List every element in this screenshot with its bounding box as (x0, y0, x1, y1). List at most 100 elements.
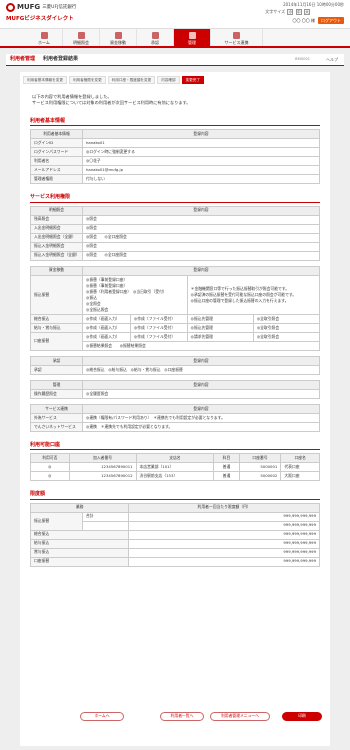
row-label: 振込入金明細照会 (30, 241, 83, 252)
cell: ◎ (30, 471, 70, 482)
title-bar: 利用者管理 利用者登録結果 BMG001 ヘルプ (6, 54, 344, 66)
screen-code: BMG001 (295, 57, 310, 62)
row-label: 口座振替 (30, 332, 83, 352)
logout-button[interactable]: ログアウト (318, 17, 344, 24)
option: ◎全取引照会 (252, 314, 321, 325)
statement-permission-table: 明細照会 登録内容 残高照会 ◎照会 入出金明細照会 ◎照会 入出金明細照会（全銀） ◎… (30, 205, 320, 261)
col-header: 業務 (29, 502, 130, 513)
row-value: 付与しない (82, 174, 320, 185)
table-row: 外為サービス ◎連携（権限有/パスワード利用あり） ＊連携先でも利用設定が必要とな… (30, 413, 320, 424)
col-header: 登録内容 (82, 265, 320, 276)
row-note: ＊金融機関窓口等で行った振込振替取引が照会可能です。 ◎承認済の振込振替を受付可… (186, 274, 321, 316)
cell: 1234567890011 (68, 462, 137, 473)
print-button[interactable]: 印刷 (282, 712, 322, 721)
cell: 渋谷駅前支店（153） (135, 471, 215, 482)
row-value: ◎照会 ◎全口座照会 (82, 250, 320, 261)
row-value: ◎照会 ◎全口座照会 (82, 232, 320, 243)
option: ◎振込先管理 (186, 314, 254, 325)
row-sub (81, 520, 130, 531)
cell: 本店営業部（101） (135, 462, 215, 473)
col-header: 承認 (30, 356, 83, 367)
row-label: 操作履歴照会 (30, 389, 83, 400)
nav-admin[interactable]: 管理 (174, 29, 211, 46)
row-label: 総合振込 (30, 314, 83, 325)
gear-icon (188, 32, 196, 39)
basic-info-table: 利用者基本情報 登録内容 ログインID hanako01 ログインパスワード ◎ログイ… (30, 129, 320, 185)
table-row: 振込振替 ◎振替（事前登録口座） ◎振替（事前登録口座） ◎振替（利用者登録口座… (30, 274, 321, 316)
user-name: 〇〇 〇〇 様 (292, 18, 315, 23)
row-value: ◎振替（事前登録口座） ◎振替（事前登録口座） ◎振替（利用者登録口座） ◎当日… (82, 274, 188, 316)
basic-info-heading: 利用者基本情報 (30, 118, 320, 127)
service-link-permission-table: サービス連携 登録内容 外為サービス ◎連携（権限有/パスワード利用あり） ＊連携先… (30, 404, 320, 433)
nav-transfer-label: 資金移動 (110, 40, 126, 45)
cell: 普通 (213, 462, 240, 473)
nav-statement-label: 明細照会 (73, 40, 89, 45)
font-size-medium-button[interactable]: 中 (295, 9, 302, 15)
font-size-large-button[interactable]: 大 (304, 9, 310, 15)
row-value: ◎全履歴照会 (82, 389, 320, 400)
col-header: 登録内容 (82, 205, 320, 216)
nav-statement[interactable]: 明細照会 (63, 29, 100, 46)
result-message: 以下の内容で利用者情報を登録しました。 サービス利用権限については対象の利用者が… (20, 84, 330, 108)
user-menu-button[interactable]: 利用者管理メニューへ (210, 712, 270, 721)
table-row: 賞与振込 999,999,999,999 (29, 547, 320, 558)
row-label: 口座振替 (29, 556, 130, 567)
font-size-small-button[interactable]: 小 (287, 9, 294, 15)
row-label: 給与振込 (29, 538, 130, 549)
user-list-button[interactable]: 利用者一覧へ (160, 712, 204, 721)
table-row: 総合振込 999,999,999,999 (29, 529, 320, 540)
row-label: メールアドレス (30, 165, 83, 176)
row-value: hanako01@mufg.jp (82, 165, 320, 176)
col-header: 登録内容 (82, 129, 320, 140)
font-size-label: 文字サイズ (265, 9, 286, 14)
col-header: 管理 (30, 380, 83, 391)
option: ◎作成（画面入力） (82, 314, 131, 325)
table-row: 総合振込 ◎作成（画面入力） ◎作成（ファイル受付） ◎振込先管理 ◎全取引照会 (30, 314, 321, 325)
limits-table: 業務 利用者一回当たり限度額（円） 振込振替 合計 999,999,999,999 9… (29, 502, 320, 567)
cell: 普通 (213, 471, 240, 482)
table-row: 承認 ◎総合振込 ◎給与振込 ◎給与・賞与振込 ◎口座振替 (30, 365, 320, 376)
table-row: ログインパスワード ◎ログイン時に強制変更する (30, 147, 320, 158)
service-permission-heading: サービス利用権限 (30, 194, 320, 203)
home-button[interactable]: ホームへ (80, 712, 124, 721)
brand-name: MUFG (17, 3, 41, 12)
link-icon (233, 32, 240, 39)
option: ◎全振込照会 (86, 307, 109, 312)
help-link[interactable]: ヘルプ (326, 57, 338, 62)
table-row: 振込入金明細照会 ◎照会 (30, 241, 320, 252)
nav-approval[interactable]: 承認 (137, 29, 174, 46)
table-row: ◎ 1234567890011 本店営業部（101） 普通 5000001 代表… (30, 462, 320, 473)
row-label: でんさいネットサービス (30, 422, 83, 433)
option: ◎作成（画面入力） (82, 323, 131, 334)
row-label: 入出金明細照会 (30, 223, 83, 234)
nav-home-label: ホーム (38, 40, 50, 45)
cell: 代表口座 (280, 462, 320, 473)
nav-transfer[interactable]: 資金移動 (100, 29, 137, 46)
row-value: 999,999,999,999 (128, 511, 320, 522)
step-4: 内容確認 (157, 76, 180, 84)
table-row: 振込入金明細照会（全銀） ◎照会 ◎全口座照会 (30, 250, 320, 261)
row-label: 振込振替 (30, 511, 83, 531)
step-indicator: 利用者基本情報を変更 利用者権限を変更 利用口座・限度額を変更 内容確認 変更完… (20, 72, 330, 84)
nav-service-link[interactable]: サービス連携 (211, 29, 263, 46)
row-value: ◎ログイン時に強制変更する (82, 147, 320, 158)
current-datetime: 2014年11月16日 10時00分00秒 (283, 2, 344, 7)
row-value: ◎連携 ＊連携先でも利用設定が必要となります。 (82, 422, 320, 433)
nav-service-link-label: サービス連携 (224, 40, 249, 45)
col-header: 資金移動 (30, 265, 83, 276)
option: ◎作成（ファイル受付） (129, 323, 188, 334)
admin-permission-table: 管理 登録内容 操作履歴照会 ◎全履歴照会 (30, 380, 320, 400)
row-value: ◎連携（権限有/パスワード利用あり） ＊連携先でも利用設定が必要となります。 (82, 413, 320, 424)
header: MUFG 三菱UFJ信託銀行 MUFGビジネスダイレクト 2014年11月16日… (0, 0, 350, 28)
row-label: 振込振替 (30, 274, 83, 316)
row-value: 999,999,999,999 (128, 547, 320, 558)
col-header: 明細照会 (30, 205, 83, 216)
row-label: 総合振込 (29, 529, 130, 540)
nav-home[interactable]: ホーム (26, 29, 63, 46)
mufg-logo-icon (6, 3, 15, 12)
row-sub: 合計 (81, 511, 130, 522)
button-row: ホームへ 利用者一覧へ 利用者管理メニューへ 印刷 (20, 712, 330, 726)
table-row: 振込振替 合計 999,999,999,999 (30, 511, 320, 531)
message-line-2: サービス利用権限については対象の利用者が次回サービス利用時に有効になります。 (32, 100, 191, 106)
row-label: ログインID (30, 138, 83, 149)
